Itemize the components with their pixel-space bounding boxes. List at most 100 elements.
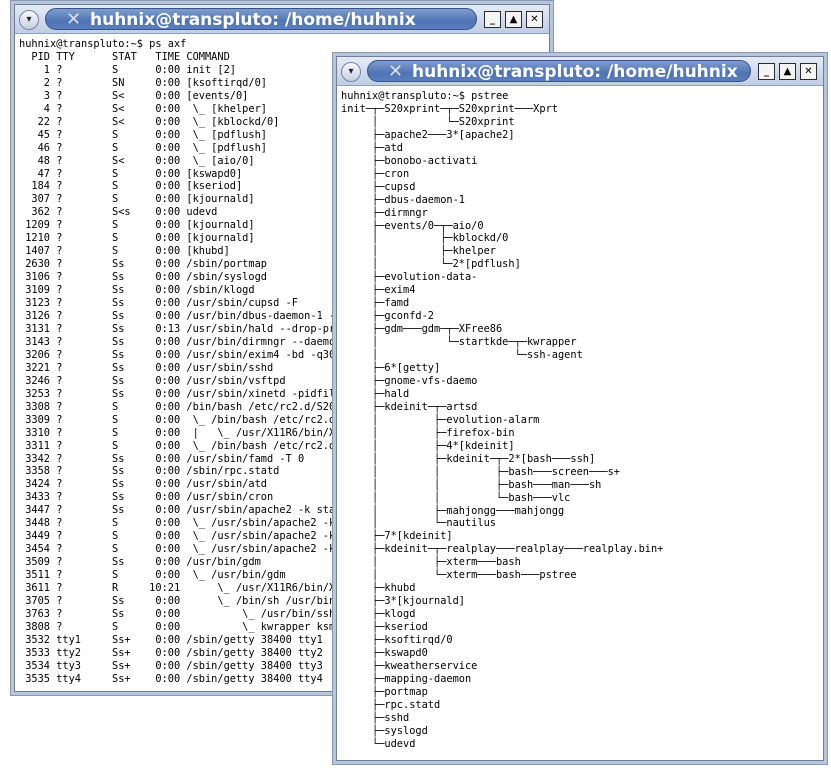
window-title: ✕ huhnix@transpluto: /home/huhnix <box>45 8 477 30</box>
terminal-line: 3611 ? R 10:21 \_ /usr/X11R6/bin/X : <box>19 582 348 595</box>
terminal-line: 3534 tty3 Ss+ 0:00 /sbin/getty 38400 tty… <box>19 659 323 672</box>
terminal-line: 3308 ? S 0:00 /bin/bash /etc/rc2.d/S20xp <box>19 400 348 413</box>
terminal-line: ├─khubd <box>341 582 416 595</box>
minimize-button[interactable]: _ <box>758 63 775 80</box>
terminal-line: ├─atd <box>341 141 403 154</box>
titlebar[interactable]: ▾ ✕ huhnix@transpluto: /home/huhnix _ ▲ … <box>337 57 823 86</box>
terminal-line: 3358 ? Ss 0:00 /sbin/rpc.statd <box>19 465 280 478</box>
terminal-line: 3808 ? S 0:00 \_ kwrapper ksmse <box>19 620 348 633</box>
terminal-line: │ └─2*[pdflush] <box>341 258 521 271</box>
terminal-line: 362 ? S<s 0:00 udevd <box>19 206 218 219</box>
terminal-line: 3221 ? Ss 0:00 /usr/sbin/sshd <box>19 361 274 374</box>
terminal-line: ├─dirmngr <box>341 206 428 219</box>
maximize-button[interactable]: ▲ <box>779 63 796 80</box>
terminal-line: 48 ? S< 0:00 \_ [aio/0] <box>19 154 255 167</box>
terminal-line: 3448 ? S 0:00 \_ /usr/sbin/apache2 -k s <box>19 517 348 530</box>
terminal-line: 3309 ? S 0:00 \_ /bin/bash /etc/rc2.d/S <box>19 413 348 426</box>
terminal-line: 3533 tty2 Ss+ 0:00 /sbin/getty 38400 tty… <box>19 646 323 659</box>
close-button[interactable]: ✕ <box>800 63 817 80</box>
terminal-line: 4 ? S< 0:00 \_ [khelper] <box>19 102 267 115</box>
terminal-line: ├─3*[kjournald] <box>341 595 465 608</box>
terminal-line: ├─famd <box>341 297 410 310</box>
terminal-line: ├─kseriod <box>341 621 428 634</box>
terminal-line: 3 ? S< 0:00 [events/0] <box>19 89 249 102</box>
terminal-line: 47 ? S 0:00 [kswapd0] <box>19 167 243 180</box>
terminal-line: PID TTY STAT TIME COMMAND <box>19 50 230 63</box>
command-prompt: huhnix@transpluto:~$ pstree <box>341 90 509 102</box>
terminal-window-pstree[interactable]: ▾ ✕ huhnix@transpluto: /home/huhnix _ ▲ … <box>336 56 824 761</box>
terminal-line: 1407 ? S 0:00 [khubd] <box>19 245 230 258</box>
terminal-line: │ ├─kblockd/0 <box>341 232 509 245</box>
terminal-line: ├─kswapd0 <box>341 646 428 659</box>
terminal-line: ├─rpc.statd <box>341 698 441 711</box>
terminal-line: ├─gconfd-2 <box>341 310 434 323</box>
terminal-line: └─udevd <box>341 737 416 750</box>
terminal-line: 3143 ? Ss 0:00 /usr/bin/dirmngr --daemon <box>19 335 342 348</box>
terminal-line: 45 ? S 0:00 \_ [pdflush] <box>19 128 267 141</box>
terminal-line: │ ├─evolution-alarm <box>341 413 540 426</box>
terminal-line: ├─cupsd <box>341 180 416 193</box>
terminal-line: 3532 tty1 Ss+ 0:00 /sbin/getty 38400 tty… <box>19 633 323 646</box>
command-prompt: huhnix@transpluto:~$ ps axf <box>19 38 187 50</box>
terminal-line: 3106 ? Ss 0:00 /sbin/syslogd <box>19 271 267 284</box>
terminal-line: │ │ ├─bash───man───sh <box>341 478 602 491</box>
terminal-line: 3433 ? Ss 0:00 /usr/sbin/cron <box>19 491 274 504</box>
terminal-line: ├─hald <box>341 387 410 400</box>
terminal-line: 2630 ? Ss 0:00 /sbin/portmap <box>19 258 267 271</box>
terminal-line: ├─bonobo-activati <box>341 154 478 167</box>
terminal-line: 3311 ? S 0:00 \_ /bin/bash /etc/rc2.d/S <box>19 439 348 452</box>
terminal-line: ├─klogd <box>341 608 416 621</box>
terminal-line: 3131 ? Ss 0:13 /usr/sbin/hald --drop-pri… <box>19 322 348 335</box>
terminal-line: 3705 ? Ss 0:00 \_ /bin/sh /usr/bin/s <box>19 594 348 607</box>
terminal-line: │ ├─mahjongg───mahjongg <box>341 504 565 517</box>
minimize-button[interactable]: _ <box>484 11 501 28</box>
terminal-line: ├─evolution-data- <box>341 271 478 284</box>
terminal-line: │ ├─kdeinit─┬─2*[bash───ssh] <box>341 452 596 465</box>
maximize-button[interactable]: ▲ <box>505 11 522 28</box>
terminal-line: │ ├─xterm───bash <box>341 556 521 569</box>
terminal-line: │ ├─4*[kdeinit] <box>341 439 515 452</box>
terminal-line: 3342 ? Ss 0:00 /usr/sbin/famd -T 0 <box>19 452 305 465</box>
terminal-line: │ └─ssh-agent <box>341 349 583 362</box>
window-menu-button[interactable]: ▾ <box>19 10 39 30</box>
terminal-line: ├─cron <box>341 167 410 180</box>
terminal-line: 3253 ? Ss 0:00 /usr/sbin/xinetd -pidfile <box>19 387 342 400</box>
terminal-line: ├─exim4 <box>341 284 416 297</box>
terminal-line: 1210 ? S 0:00 [kjournald] <box>19 232 255 245</box>
terminal-line: 3123 ? Ss 0:00 /usr/sbin/cupsd -F <box>19 297 298 310</box>
titlebar[interactable]: ▾ ✕ huhnix@transpluto: /home/huhnix _ ▲ … <box>15 5 549 34</box>
terminal-line: 307 ? S 0:00 [kjournald] <box>19 193 255 206</box>
terminal-line: 3310 ? S 0:00 | \_ /usr/X11R6/bin/Xpr <box>19 426 348 439</box>
terminal-line: │ └─nautilus <box>341 517 496 530</box>
terminal-line: 3454 ? S 0:00 \_ /usr/sbin/apache2 -k s <box>19 543 348 556</box>
terminal-line: 3509 ? Ss 0:00 /usr/bin/gdm <box>19 556 261 569</box>
terminal-content[interactable]: huhnix@transpluto:~$ pstree init─┬─S20xp… <box>340 88 820 758</box>
x-logo-icon: ✕ <box>388 61 404 82</box>
terminal-line: │ │ └─bash───vlc <box>341 491 571 504</box>
terminal-line: 3206 ? Ss 0:00 /usr/sbin/exim4 -bd -q30m <box>19 348 342 361</box>
terminal-line: ├─gdm───gdm─┬─XFree86 <box>341 323 503 336</box>
terminal-line: │ └─startkde─┬─kwrapper <box>341 336 577 349</box>
terminal-line: │ ├─firefox-bin <box>341 426 515 439</box>
terminal-line: ├─dbus-daemon-1 <box>341 193 465 206</box>
terminal-line: 3535 tty4 Ss+ 0:00 /sbin/getty 38400 tty… <box>19 672 323 685</box>
terminal-line: ├─mapping-daemon <box>341 672 472 685</box>
terminal-line: │ ├─khelper <box>341 245 496 258</box>
terminal-line: 3511 ? S 0:00 \_ /usr/bin/gdm <box>19 569 286 582</box>
terminal-line: ├─ksoftirqd/0 <box>341 634 453 647</box>
terminal-line: 3447 ? Ss 0:00 /usr/sbin/apache2 -k star… <box>19 504 348 517</box>
terminal-line: ├─7*[kdeinit] <box>341 530 453 543</box>
title-text: huhnix@transpluto: /home/huhnix <box>412 62 738 82</box>
close-button[interactable]: ✕ <box>526 11 543 28</box>
terminal-line: init─┬─S20xprint─┬─S20xprint───Xprt <box>341 102 558 115</box>
terminal-line: 3424 ? Ss 0:00 /usr/sbin/atd <box>19 478 267 491</box>
terminal-line: │ └─xterm───bash───pstree <box>341 569 577 582</box>
terminal-line: ├─portmap <box>341 685 428 698</box>
terminal-line: 3109 ? Ss 0:00 /sbin/klogd <box>19 284 255 297</box>
terminal-line: ├─kweatherservice <box>341 659 478 672</box>
window-menu-button[interactable]: ▾ <box>341 62 361 82</box>
terminal-line: 46 ? S 0:00 \_ [pdflush] <box>19 141 267 154</box>
terminal-line: ├─apache2───3*[apache2] <box>341 128 515 141</box>
terminal-line: 3126 ? Ss 0:00 /usr/bin/dbus-daemon-1 --… <box>19 310 348 323</box>
terminal-line: ├─syslogd <box>341 724 428 737</box>
